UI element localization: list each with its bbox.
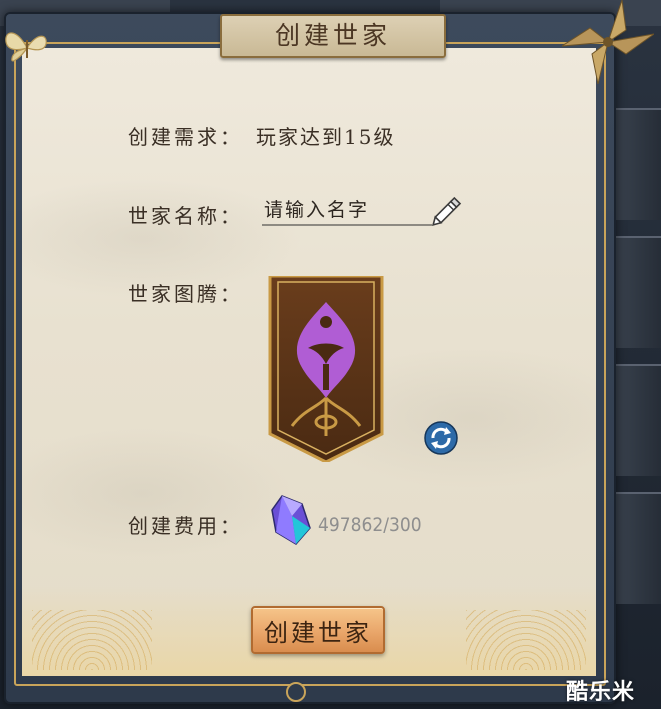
family-totem-banner (268, 276, 384, 462)
cost-value: 497862/300 (318, 514, 422, 536)
cost-label: 创建费用： (128, 514, 243, 538)
requirement-label: 创建需求： (128, 125, 243, 149)
cloud-swirl-left (32, 610, 152, 670)
background-slot (612, 492, 661, 604)
cloud-swirl-right (466, 610, 586, 670)
requirement-value: 玩家达到15级 (256, 125, 396, 149)
pinwheel-icon (562, 0, 654, 84)
family-name-input[interactable] (262, 196, 432, 226)
background-slot (612, 364, 661, 476)
watermark: 酷乐米 (566, 680, 636, 705)
background-slot (612, 236, 661, 348)
name-label: 世家名称： (128, 204, 243, 228)
refresh-icon[interactable] (424, 421, 458, 455)
dialog-title: 创建世家 (274, 21, 391, 50)
totem-label: 世家图腾： (128, 282, 243, 306)
background-slot (612, 108, 661, 220)
frame-knob (286, 682, 306, 702)
crystal-icon (271, 495, 311, 545)
create-family-button[interactable]: 创建世家 (251, 606, 385, 654)
pencil-icon[interactable] (430, 193, 466, 227)
butterfly-icon (5, 32, 47, 62)
dialog-title-bar: 创建世家 (220, 14, 446, 58)
